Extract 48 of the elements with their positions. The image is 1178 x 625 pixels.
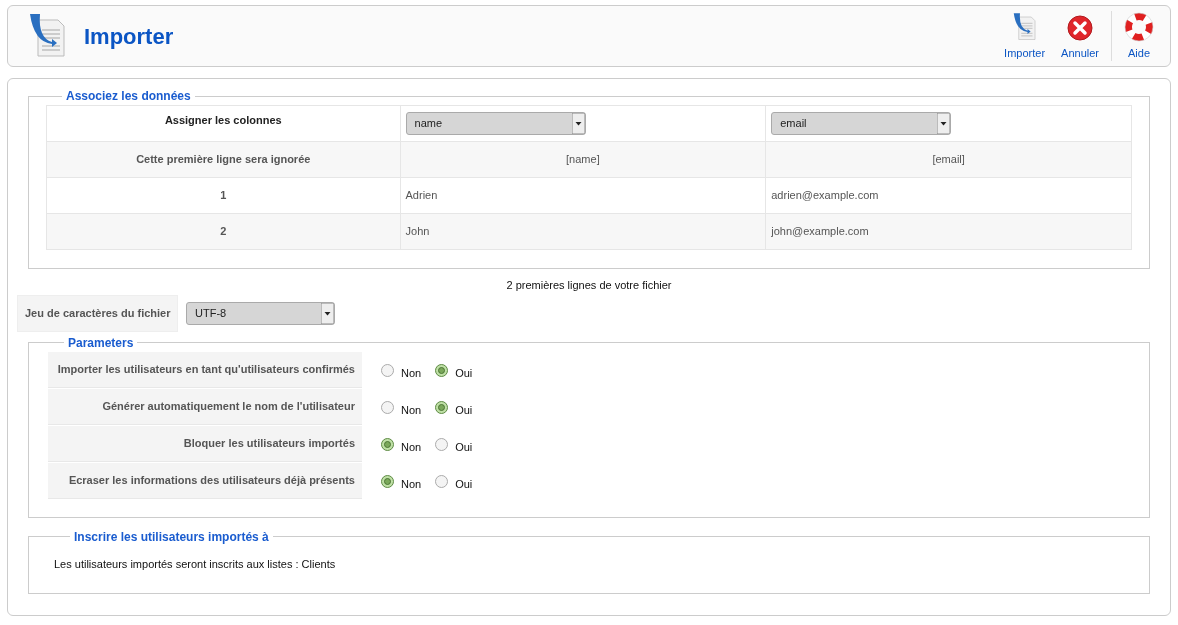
toolbar-button[interactable]: Importer	[996, 11, 1054, 61]
table-cell: [name]	[400, 141, 766, 178]
radio-button[interactable]	[381, 437, 394, 451]
radio-label: Oui	[455, 476, 473, 492]
caret-icon	[571, 113, 585, 134]
parameter-label: Importer les utilisateurs en tant qu'utilisateurs confirmés	[48, 352, 362, 388]
radio-button[interactable]	[435, 474, 449, 488]
dropdown-select[interactable]: UTF-8	[186, 301, 335, 325]
page-title: Importer	[84, 22, 174, 51]
row-label-cell: Cette première ligne sera ignorée	[46, 141, 401, 178]
toolbar-button[interactable]: Annuler	[1053, 11, 1107, 61]
caret-icon	[321, 302, 334, 324]
parameter-label: Générer automatiquement le nom de l'utilisateur	[48, 389, 362, 425]
row-label-cell: 2	[46, 213, 401, 250]
section-legend: Parameters	[64, 333, 138, 352]
section-legend: Associez les données	[62, 87, 195, 105]
radio-label: Non	[401, 476, 422, 492]
radio-label: Non	[401, 402, 422, 418]
table-cell: John	[400, 213, 766, 250]
table-cell: adrien@example.com	[765, 177, 1132, 214]
parameter-label: Bloquer les utilisateurs importés	[48, 426, 362, 462]
table-caption: 2 premières lignes de votre fichier	[505, 278, 673, 293]
radio-label: Oui	[455, 365, 473, 381]
radio-label: Non	[401, 439, 422, 455]
table-cell: john@example.com	[765, 213, 1132, 250]
toolbar-button[interactable]: Aide	[1116, 11, 1162, 61]
dropdown-select[interactable]: name	[405, 112, 586, 135]
dropdown-select[interactable]: email	[771, 112, 952, 135]
table-header-cell: Assigner les colonnes	[46, 105, 401, 142]
caret-icon	[937, 113, 951, 134]
radio-button[interactable]	[435, 400, 449, 414]
row-label-cell: 1	[46, 177, 401, 214]
radio-button[interactable]	[381, 400, 394, 414]
section-legend: Inscrire les utilisateurs importés à	[70, 527, 273, 546]
radio-button[interactable]	[435, 363, 449, 377]
subscription-text: Les utilisateurs importés seront inscrits aux listes : Clients	[54, 556, 337, 572]
radio-label: Oui	[455, 439, 473, 455]
table-cell: [email]	[765, 141, 1132, 178]
parameter-label: Ecraser les informations des utilisateurs déjà présents	[48, 463, 362, 499]
lifebuoy-icon	[1124, 11, 1154, 42]
charset-label: Jeu de caractères du fichier	[17, 294, 178, 332]
close-icon	[1066, 13, 1095, 42]
radio-button[interactable]	[381, 474, 394, 488]
radio-button[interactable]	[381, 363, 394, 377]
table-cell: Adrien	[400, 177, 766, 214]
radio-button[interactable]	[435, 437, 449, 451]
radio-label: Oui	[455, 402, 473, 418]
radio-label: Non	[401, 365, 422, 381]
